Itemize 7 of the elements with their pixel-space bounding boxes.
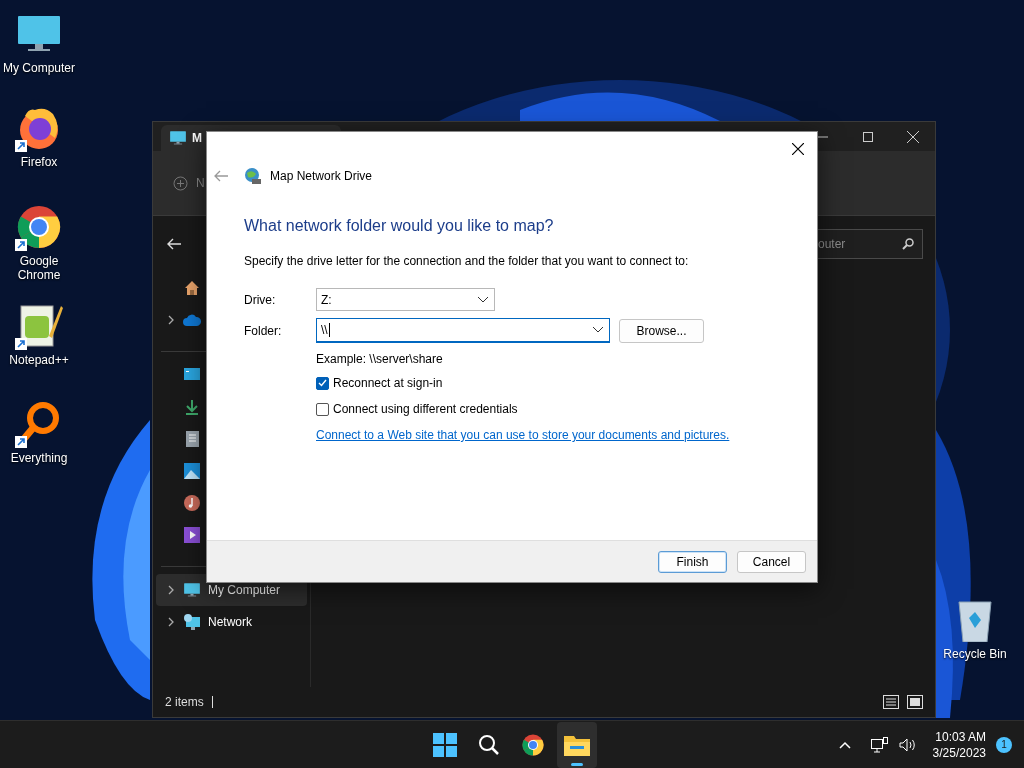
folder-label: Folder:: [244, 323, 283, 338]
example-text: Example: \\server\share: [316, 352, 444, 366]
instruction-text: Specify the drive letter for the connection and the folder that you want to connect to:: [244, 254, 690, 268]
drive-label: Drive:: [244, 292, 277, 307]
dialog-title: Map Network Drive: [270, 169, 373, 183]
status-text: 2 items: [165, 695, 204, 709]
dialog-heading: What network folder would you like to map?: [244, 217, 555, 235]
